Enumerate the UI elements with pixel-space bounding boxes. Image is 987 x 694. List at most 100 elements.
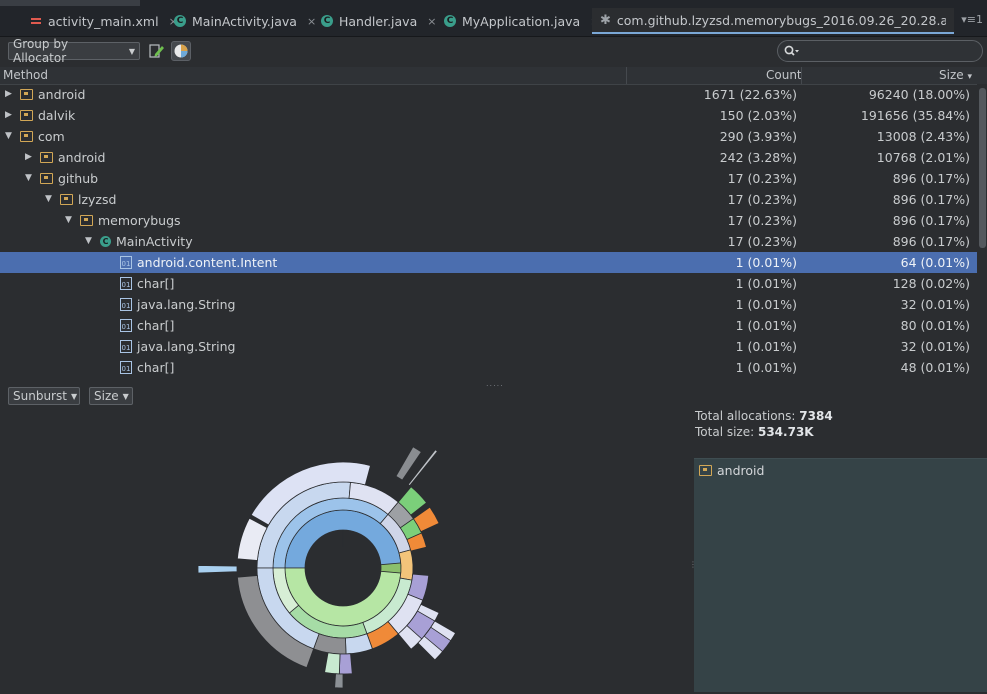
tree-row[interactable]: ▶ dalvik 150 (2.03%) 191656 (35.84%) bbox=[0, 105, 977, 126]
object-instance-icon: 01 bbox=[120, 277, 132, 290]
tab-list-menu-icon[interactable]: ▾≡1 bbox=[961, 13, 983, 26]
sort-descending-icon: ▾ bbox=[967, 72, 972, 82]
tree-row[interactable]: ▼ com 290 (3.93%) 13008 (2.43%) bbox=[0, 126, 977, 147]
tree-row-count: 1 (0.01%) bbox=[735, 255, 797, 270]
tree-row[interactable]: ▶ android 1671 (22.63%) 96240 (18.00%) bbox=[0, 84, 977, 105]
tree-row-label: android bbox=[58, 150, 106, 165]
collapse-arrow-icon[interactable]: ▼ bbox=[5, 126, 15, 147]
tree-row-count: 1671 (22.63%) bbox=[703, 87, 797, 102]
expand-arrow-icon[interactable]: ▶ bbox=[5, 105, 15, 126]
tree-row-size: 80 (0.01%) bbox=[900, 318, 970, 333]
tree-row-name: ▶ dalvik bbox=[5, 105, 75, 126]
group-by-dropdown[interactable]: Group by Allocator ▼ bbox=[8, 37, 140, 65]
sunburst-segment[interactable] bbox=[380, 562, 402, 574]
sunburst-segment[interactable] bbox=[398, 549, 414, 581]
tree-row-count: 17 (0.23%) bbox=[727, 192, 797, 207]
collapse-arrow-icon[interactable]: ▼ bbox=[85, 231, 95, 252]
sunburst-segment[interactable] bbox=[324, 652, 341, 675]
tree-row[interactable]: 01 java.lang.String 1 (0.01%) 32 (0.01%) bbox=[0, 294, 977, 315]
class-icon: C bbox=[174, 15, 186, 27]
tree-row[interactable]: ▼ lzyzsd 17 (0.23%) 896 (0.17%) bbox=[0, 189, 977, 210]
tree-row-name: ▼ C MainActivity bbox=[85, 231, 193, 252]
chevron-down-icon: ▼ bbox=[122, 391, 129, 401]
sunburst-segment[interactable] bbox=[338, 653, 353, 675]
sunburst-segment[interactable] bbox=[197, 565, 238, 574]
edit-filter-button[interactable] bbox=[147, 41, 167, 61]
tab-handler-java[interactable]: C Handler.java × bbox=[313, 8, 444, 34]
tree-row-count: 290 (3.93%) bbox=[719, 129, 797, 144]
tab-label: Handler.java bbox=[339, 13, 418, 29]
tab-myapplication-java[interactable]: C MyApplication.java × bbox=[436, 8, 607, 34]
tab-label: MainActivity.java bbox=[192, 13, 297, 29]
total-size: Total size: 534.73K bbox=[695, 424, 833, 440]
chevron-down-icon: ▼ bbox=[70, 391, 78, 401]
total-allocations-value: 7384 bbox=[799, 409, 833, 423]
tree-row[interactable]: ▼ C MainActivity 17 (0.23%) 896 (0.17%) bbox=[0, 231, 977, 252]
total-size-label: Total size: bbox=[695, 425, 755, 439]
tree-row-label: android bbox=[38, 87, 86, 102]
tree-row-label: MainActivity bbox=[116, 234, 193, 249]
expand-arrow-icon[interactable]: ▶ bbox=[5, 84, 15, 105]
sunburst-chart[interactable] bbox=[0, 410, 692, 691]
tab-alloc-file[interactable]: ✱ com.github.lzyzsd.memorybugs_2016.09.2… bbox=[592, 8, 954, 34]
search-box[interactable] bbox=[777, 40, 983, 62]
tree-row-size: 896 (0.17%) bbox=[892, 192, 970, 207]
sunburst-svg[interactable] bbox=[0, 410, 692, 691]
collapse-arrow-icon[interactable]: ▼ bbox=[25, 168, 35, 189]
size-column-header[interactable]: Size ▾ bbox=[939, 68, 972, 82]
tree-row-count: 1 (0.01%) bbox=[735, 339, 797, 354]
chart-metric-dropdown[interactable]: Size ▼ bbox=[89, 387, 133, 405]
tree-row[interactable]: 01 char[] 1 (0.01%) 128 (0.02%) bbox=[0, 273, 977, 294]
tree-row-count: 17 (0.23%) bbox=[727, 213, 797, 228]
tree-row-label: lzyzsd bbox=[78, 192, 117, 207]
tree-row[interactable]: 01 android.content.Intent 1 (0.01%) 64 (0.0… bbox=[0, 252, 977, 273]
tree-row-name: 01 char[] bbox=[105, 357, 174, 378]
tree-scrollbar-thumb[interactable] bbox=[979, 88, 986, 248]
collapse-arrow-icon[interactable]: ▼ bbox=[65, 210, 75, 231]
tree-row-label: char[] bbox=[137, 276, 175, 291]
allocation-file-icon: ✱ bbox=[600, 12, 611, 28]
object-instance-icon: 01 bbox=[120, 340, 132, 353]
tab-label: MyApplication.java bbox=[462, 13, 581, 29]
object-instance-icon: 01 bbox=[120, 319, 132, 332]
window-title-strip bbox=[0, 0, 140, 6]
tree-row-size: 32 (0.01%) bbox=[900, 339, 970, 354]
tree-row[interactable]: ▼ memorybugs 17 (0.23%) 896 (0.17%) bbox=[0, 210, 977, 231]
tree-row-name: 01 char[] bbox=[105, 273, 174, 294]
chart-mode-label: Sunburst bbox=[13, 389, 67, 403]
count-column-header[interactable]: Count bbox=[766, 68, 802, 82]
tree-row[interactable]: 01 java.lang.String 1 (0.01%) 32 (0.01%) bbox=[0, 336, 977, 357]
sunburst-segment[interactable] bbox=[334, 673, 344, 689]
tree-row-name: 01 android.content.Intent bbox=[105, 252, 277, 273]
tree-row-label: com bbox=[38, 129, 65, 144]
group-by-label: Group by Allocator bbox=[13, 37, 69, 65]
tree-row[interactable]: ▶ android 242 (3.28%) 10768 (2.01%) bbox=[0, 147, 977, 168]
column-divider[interactable] bbox=[626, 67, 627, 84]
search-icon bbox=[784, 45, 799, 56]
tree-row-size: 191656 (35.84%) bbox=[860, 108, 970, 123]
tree-row-name: 01 java.lang.String bbox=[105, 294, 235, 315]
tree-row[interactable]: 01 char[] 1 (0.01%) 48 (0.01%) bbox=[0, 357, 977, 378]
collapse-arrow-icon[interactable]: ▼ bbox=[45, 189, 55, 210]
method-column-header[interactable]: Method bbox=[3, 68, 48, 82]
tree-row[interactable]: 01 char[] 1 (0.01%) 80 (0.01%) bbox=[0, 315, 977, 336]
selection-detail-panel: android bbox=[694, 458, 987, 692]
tab-activity-main-xml[interactable]: activity_main.xml × bbox=[22, 8, 186, 34]
detail-item[interactable]: android bbox=[699, 463, 764, 478]
package-folder-icon bbox=[20, 110, 33, 121]
search-input[interactable] bbox=[802, 43, 976, 59]
column-divider[interactable] bbox=[801, 67, 802, 84]
allocation-tree: ▶ android 1671 (22.63%) 96240 (18.00%) ▶ dalv… bbox=[0, 84, 977, 378]
tree-row-name: ▶ android bbox=[5, 84, 85, 105]
tree-row-name: ▼ memorybugs bbox=[65, 210, 181, 231]
expand-arrow-icon[interactable]: ▶ bbox=[25, 147, 35, 168]
chart-toggle-button[interactable] bbox=[171, 41, 191, 61]
chart-mode-dropdown[interactable]: Sunburst ▼ bbox=[8, 387, 80, 405]
tab-mainactivity-java[interactable]: C MainActivity.java × bbox=[166, 8, 324, 34]
tree-row-count: 1 (0.01%) bbox=[735, 276, 797, 291]
total-allocations: Total allocations: 7384 bbox=[695, 408, 833, 424]
xml-layout-icon bbox=[30, 15, 42, 27]
tree-row[interactable]: ▼ github 17 (0.23%) 896 (0.17%) bbox=[0, 168, 977, 189]
allocation-totals: Total allocations: 7384 Total size: 534.… bbox=[695, 408, 833, 440]
tree-row-name: ▼ com bbox=[5, 126, 65, 147]
